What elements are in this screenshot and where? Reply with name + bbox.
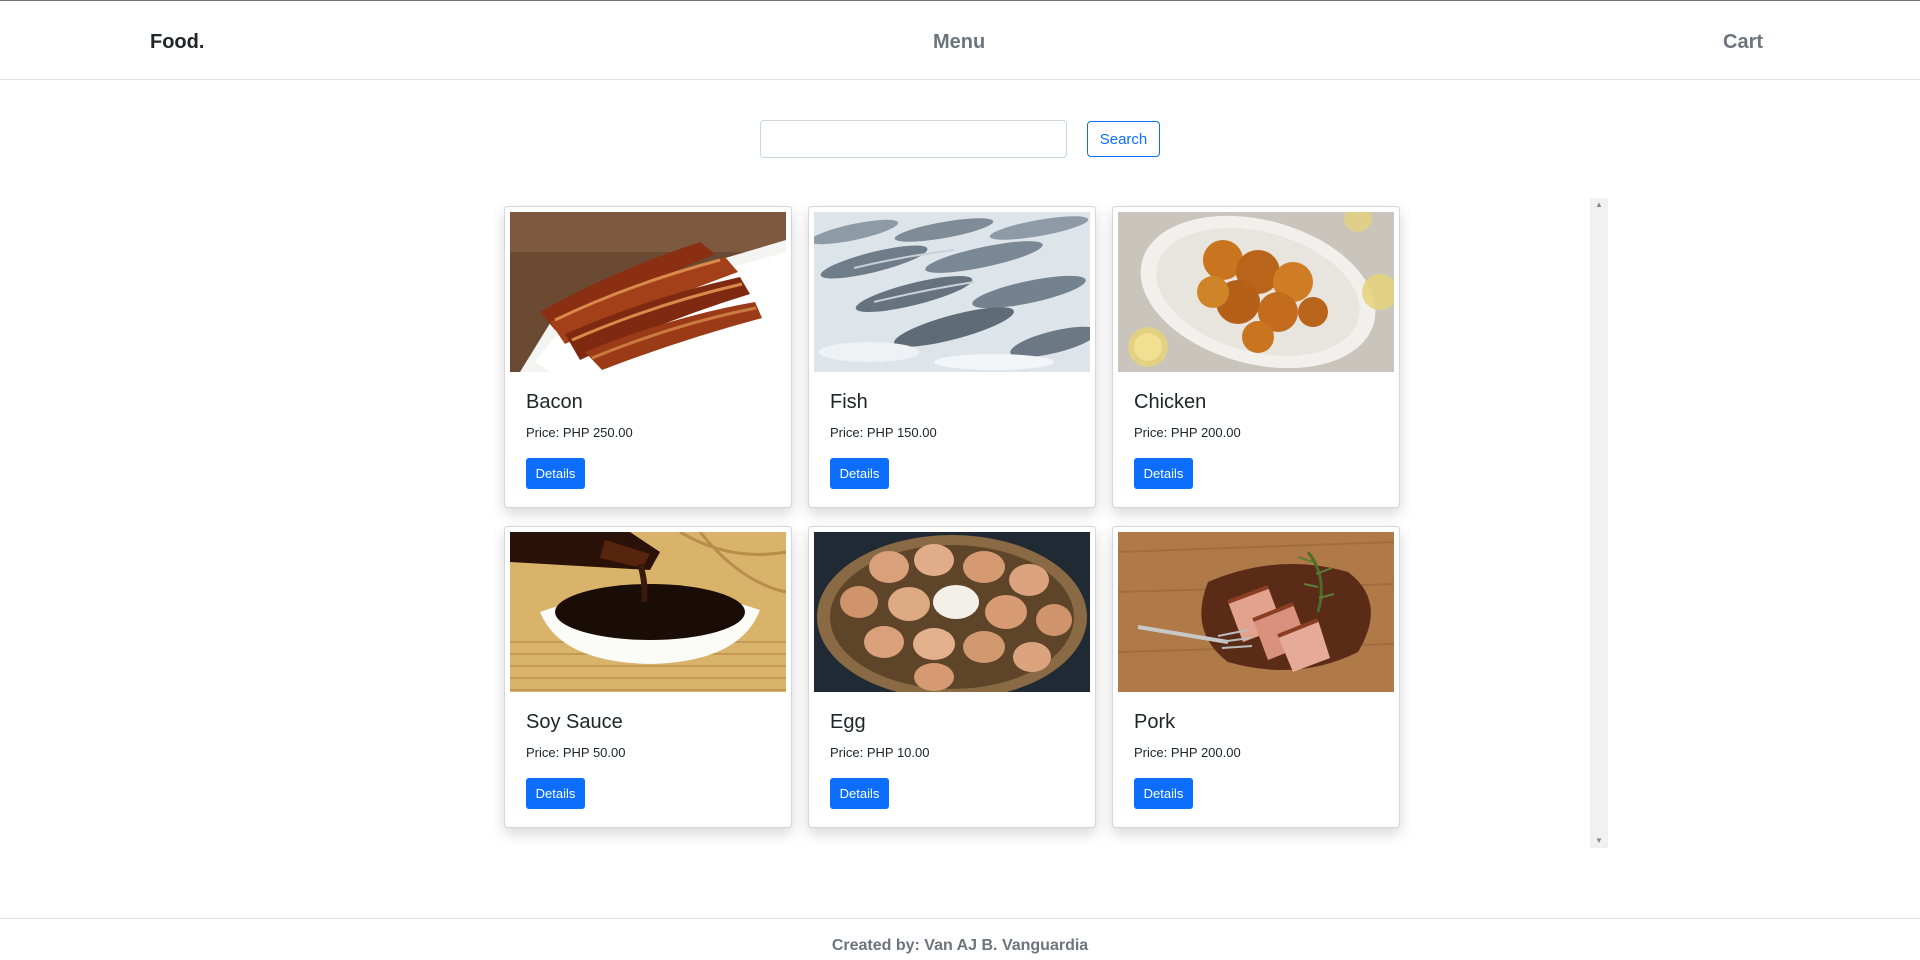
product-price: Price: PHP 50.00 bbox=[526, 745, 626, 760]
page-footer: Created by: Van AJ B. Vanguardia bbox=[0, 918, 1920, 960]
details-button-pork[interactable]: Details bbox=[1134, 778, 1193, 809]
top-navbar: Food. Menu Cart bbox=[0, 0, 1920, 80]
product-name: Soy Sauce bbox=[526, 711, 623, 733]
details-button-chicken[interactable]: Details bbox=[1134, 458, 1193, 489]
scroll-down-arrow-icon[interactable]: ▼ bbox=[1590, 834, 1608, 848]
product-price: Price: PHP 200.00 bbox=[1134, 745, 1241, 760]
scroll-up-arrow-icon[interactable]: ▲ bbox=[1590, 198, 1608, 212]
product-grid-scrollbar[interactable]: ▲ ▼ bbox=[1590, 198, 1608, 848]
product-card: Soy Sauce Price: PHP 50.00 Details bbox=[504, 526, 792, 828]
egg-basket-photo bbox=[814, 532, 1090, 692]
product-name: Chicken bbox=[1134, 391, 1207, 413]
bacon-photo bbox=[510, 212, 786, 372]
details-button-soy-sauce[interactable]: Details bbox=[526, 778, 585, 809]
footer-credit: Created by: Van AJ B. Vanguardia bbox=[831, 937, 1089, 954]
soy-sauce-photo bbox=[510, 532, 786, 692]
pork-steak-photo bbox=[1118, 532, 1394, 692]
nav-link-menu[interactable]: Menu bbox=[933, 31, 985, 54]
details-button-fish[interactable]: Details bbox=[830, 458, 889, 489]
product-price: Price: PHP 150.00 bbox=[830, 425, 937, 440]
fried-chicken-photo bbox=[1118, 212, 1394, 372]
product-price: Price: PHP 250.00 bbox=[526, 425, 633, 440]
search-button[interactable]: Search bbox=[1087, 121, 1160, 157]
search-input[interactable] bbox=[760, 120, 1067, 158]
product-name: Egg bbox=[830, 711, 866, 733]
product-name: Bacon bbox=[526, 391, 583, 413]
details-button-bacon[interactable]: Details bbox=[526, 458, 585, 489]
details-button-egg[interactable]: Details bbox=[830, 778, 889, 809]
product-card: Pork Price: PHP 200.00 Details bbox=[1112, 526, 1400, 828]
nav-link-cart[interactable]: Cart bbox=[1723, 31, 1763, 54]
product-card: Chicken Price: PHP 200.00 Details bbox=[1112, 206, 1400, 508]
product-name: Fish bbox=[830, 391, 868, 413]
product-price: Price: PHP 200.00 bbox=[1134, 425, 1241, 440]
product-card: Fish Price: PHP 150.00 Details bbox=[808, 206, 1096, 508]
product-card: Egg Price: PHP 10.00 Details bbox=[808, 526, 1096, 828]
product-card: Bacon Price: PHP 250.00 Details bbox=[504, 206, 792, 508]
fish-photo bbox=[814, 212, 1090, 372]
brand-logo[interactable]: Food. bbox=[150, 31, 204, 54]
product-grid: Bacon Price: PHP 250.00 Details Fish Pri… bbox=[500, 198, 1608, 848]
product-price: Price: PHP 10.00 bbox=[830, 745, 930, 760]
product-name: Pork bbox=[1134, 711, 1176, 733]
